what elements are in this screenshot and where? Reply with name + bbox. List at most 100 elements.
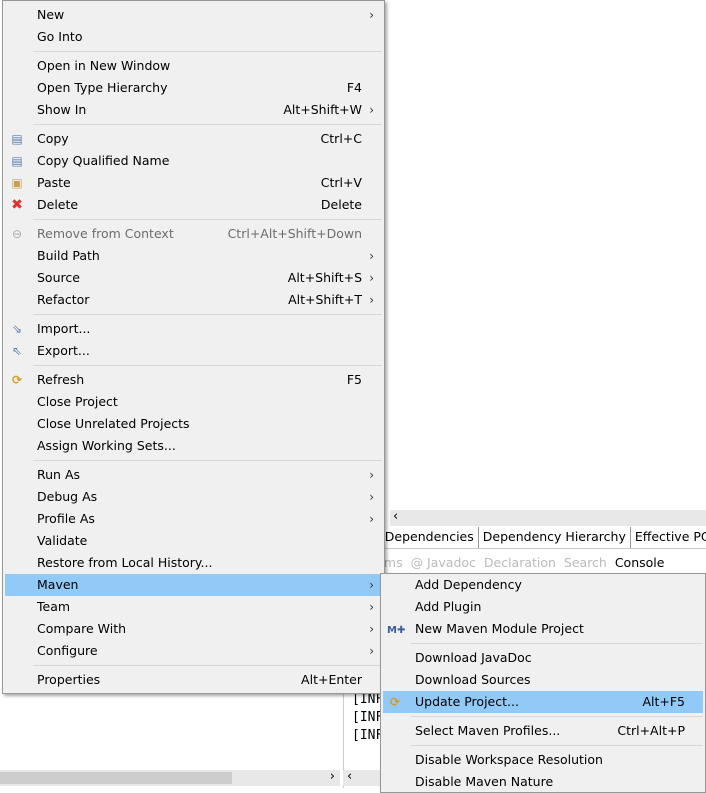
menu-item-copy-qualified-name[interactable]: ▤ Copy Qualified Name bbox=[5, 150, 382, 172]
chevron-right-icon: › bbox=[369, 468, 374, 482]
menu-item-label: Close Project bbox=[37, 394, 118, 409]
menu-item-paste[interactable]: ▣ Paste Ctrl+V bbox=[5, 172, 382, 194]
menu-item-label: Profile As bbox=[37, 511, 95, 526]
menu-separator bbox=[33, 365, 382, 366]
menu-item-import[interactable]: ⇘ Import... bbox=[5, 318, 382, 340]
menu-separator bbox=[33, 314, 382, 315]
scroll-left-icon[interactable]: ‹ bbox=[393, 509, 398, 524]
menu-item-add-dependency[interactable]: Add Dependency bbox=[383, 574, 703, 596]
menu-separator bbox=[33, 219, 382, 220]
view-declaration[interactable]: Declaration bbox=[484, 555, 556, 570]
views-bar: Problems @ Javadoc Declaration Search Co… bbox=[343, 553, 706, 573]
menu-item-label: Add Dependency bbox=[415, 577, 522, 592]
scroll-left-icon[interactable]: ‹ bbox=[347, 769, 352, 784]
menu-item-label: Download JavaDoc bbox=[415, 650, 532, 665]
context-menu: New › Go Into Open in New Window Open Type H… bbox=[2, 0, 385, 694]
menu-item-configure[interactable]: Configure › bbox=[5, 640, 382, 662]
chevron-right-icon: › bbox=[369, 293, 374, 307]
chevron-right-icon: › bbox=[369, 8, 374, 22]
menu-item-new-maven-module-project[interactable]: M✚ New Maven Module Project bbox=[383, 618, 703, 640]
menu-item-properties[interactable]: Properties Alt+Enter bbox=[5, 669, 382, 691]
menu-item-label: Import... bbox=[37, 321, 91, 336]
menu-item-shortcut: Ctrl+C bbox=[320, 131, 362, 146]
menu-item-shortcut: Alt+Shift+W bbox=[283, 102, 362, 117]
menu-item-team[interactable]: Team › bbox=[5, 596, 382, 618]
menu-item-label: Close Unrelated Projects bbox=[37, 416, 190, 431]
menu-item-shortcut: Alt+Enter bbox=[301, 672, 362, 687]
menu-item-label: Refactor bbox=[37, 292, 90, 307]
chevron-right-icon: › bbox=[369, 249, 374, 263]
menu-item-profile-as[interactable]: Profile As › bbox=[5, 508, 382, 530]
menu-separator bbox=[33, 51, 382, 52]
view-search[interactable]: Search bbox=[564, 555, 607, 570]
menu-item-shortcut: F4 bbox=[346, 80, 362, 95]
menu-item-source[interactable]: Source Alt+Shift+S › bbox=[5, 267, 382, 289]
menu-item-assign-working-sets[interactable]: Assign Working Sets... bbox=[5, 435, 382, 457]
chevron-right-icon: › bbox=[369, 578, 374, 592]
menu-item-label: Refresh bbox=[37, 372, 85, 387]
menu-item-refresh[interactable]: ⟳ Refresh F5 bbox=[5, 369, 382, 391]
menu-item-label: Validate bbox=[37, 533, 88, 548]
bottom-scrollbar[interactable]: › bbox=[0, 769, 340, 786]
menu-item-copy[interactable]: ▤ Copy Ctrl+C bbox=[5, 128, 382, 150]
menu-item-label: Copy bbox=[37, 131, 69, 146]
paste-icon: ▣ bbox=[11, 176, 23, 190]
menu-item-label: New Maven Module Project bbox=[415, 621, 584, 636]
editor-scrollbar[interactable]: ‹ bbox=[390, 509, 706, 526]
menu-item-compare-with[interactable]: Compare With › bbox=[5, 618, 382, 640]
menu-item-export[interactable]: ⇖ Export... bbox=[5, 340, 382, 362]
menu-item-delete[interactable]: ✖ Delete Delete bbox=[5, 194, 382, 216]
menu-separator bbox=[411, 643, 703, 644]
tab-effective-pom[interactable]: Effective POM bbox=[631, 527, 706, 548]
menu-item-select-maven-profiles[interactable]: Select Maven Profiles... Ctrl+Alt+P bbox=[383, 720, 703, 742]
menu-item-debug-as[interactable]: Debug As › bbox=[5, 486, 382, 508]
tab-dependencies[interactable]: Dependencies bbox=[381, 527, 479, 548]
scroll-right-icon[interactable]: › bbox=[330, 769, 335, 784]
menu-item-shortcut: Ctrl+Alt+Shift+Down bbox=[227, 226, 362, 241]
view-javadoc[interactable]: @ Javadoc bbox=[411, 555, 476, 570]
console-scrollbar[interactable]: ‹ bbox=[343, 769, 380, 786]
menu-item-label: Show In bbox=[37, 102, 87, 117]
chevron-right-icon: › bbox=[369, 490, 374, 504]
menu-item-open-type-hierarchy[interactable]: Open Type Hierarchy F4 bbox=[5, 77, 382, 99]
copy-icon: ▤ bbox=[11, 132, 23, 146]
menu-item-add-plugin[interactable]: Add Plugin bbox=[383, 596, 703, 618]
menu-item-label: Assign Working Sets... bbox=[37, 438, 176, 453]
menu-item-close-unrelated-projects[interactable]: Close Unrelated Projects bbox=[5, 413, 382, 435]
menu-item-download-sources[interactable]: Download Sources bbox=[383, 669, 703, 691]
menu-separator bbox=[411, 745, 703, 746]
delete-icon: ✖ bbox=[11, 197, 23, 213]
menu-item-validate[interactable]: Validate bbox=[5, 530, 382, 552]
menu-item-label: Properties bbox=[37, 672, 101, 687]
menu-item-new[interactable]: New › bbox=[5, 4, 382, 26]
export-icon: ⇖ bbox=[11, 344, 23, 358]
menu-item-restore-from-local-history[interactable]: Restore from Local History... bbox=[5, 552, 382, 574]
menu-item-label: Remove from Context bbox=[37, 226, 174, 241]
menu-item-close-project[interactable]: Close Project bbox=[5, 391, 382, 413]
menu-item-label: Select Maven Profiles... bbox=[415, 723, 561, 738]
menu-item-disable-workspace-resolution[interactable]: Disable Workspace Resolution bbox=[383, 749, 703, 771]
menu-item-run-as[interactable]: Run As › bbox=[5, 464, 382, 486]
menu-item-shortcut: F5 bbox=[346, 372, 362, 387]
menu-item-build-path[interactable]: Build Path › bbox=[5, 245, 382, 267]
maven-update-icon: ⟳ bbox=[389, 695, 401, 709]
chevron-right-icon: › bbox=[369, 271, 374, 285]
menu-separator bbox=[33, 460, 382, 461]
menu-item-label: Team bbox=[37, 599, 71, 614]
menu-item-download-javadoc[interactable]: Download JavaDoc bbox=[383, 647, 703, 669]
menu-item-maven[interactable]: Maven › bbox=[5, 574, 382, 596]
menu-item-label: Build Path bbox=[37, 248, 100, 263]
view-console[interactable]: Console bbox=[615, 555, 665, 570]
menu-item-show-in[interactable]: Show In Alt+Shift+W › bbox=[5, 99, 382, 121]
menu-item-refactor[interactable]: Refactor Alt+Shift+T › bbox=[5, 289, 382, 311]
chevron-right-icon: › bbox=[369, 103, 374, 117]
menu-item-disable-maven-nature[interactable]: Disable Maven Nature bbox=[383, 771, 703, 793]
menu-item-go-into[interactable]: Go Into bbox=[5, 26, 382, 48]
refresh-icon: ⟳ bbox=[11, 373, 23, 387]
scrollbar-thumb[interactable] bbox=[0, 772, 232, 784]
menu-separator bbox=[33, 665, 382, 666]
tab-dependency-hierarchy[interactable]: Dependency Hierarchy bbox=[479, 527, 631, 548]
menu-item-update-project[interactable]: ⟳ Update Project... Alt+F5 bbox=[383, 691, 703, 713]
menu-item-open-in-new-window[interactable]: Open in New Window bbox=[5, 55, 382, 77]
remove-context-icon: ⊖ bbox=[11, 227, 23, 241]
